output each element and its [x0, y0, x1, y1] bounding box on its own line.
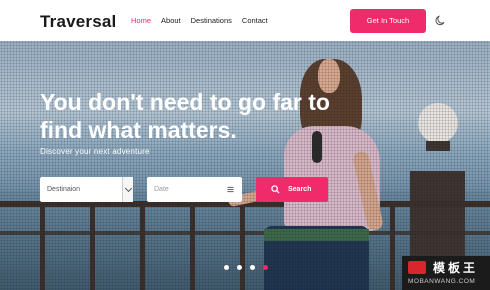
- watermark-url: MOBANWANG.COM: [408, 278, 476, 285]
- hero-headline: You don't need to go far to find what ma…: [40, 89, 330, 143]
- carousel-dot-3[interactable]: [250, 265, 255, 270]
- hero-subtitle: Discover your next adventure: [40, 147, 150, 156]
- watermark-logo: 模板王 MOBANWANG.COM: [402, 256, 490, 290]
- hero-section: You don't need to go far to find what ma…: [0, 41, 490, 290]
- moon-icon[interactable]: [435, 15, 446, 26]
- carousel-dot-4-active[interactable]: [263, 265, 268, 270]
- main-nav: Home About Destinations Contact: [131, 16, 278, 25]
- site-logo[interactable]: Traversal: [40, 12, 116, 32]
- nav-contact[interactable]: Contact: [242, 16, 268, 25]
- get-in-touch-button[interactable]: Get In Touch: [350, 9, 426, 33]
- carousel-dot-2[interactable]: [237, 265, 242, 270]
- carousel-pagination: [224, 265, 268, 270]
- nav-destinations[interactable]: Destinations: [191, 16, 232, 25]
- search-button-label: Search: [288, 186, 312, 193]
- date-placeholder: Date: [154, 186, 169, 193]
- destination-select[interactable]: Destinaion: [40, 177, 133, 202]
- nav-about[interactable]: About: [161, 16, 181, 25]
- nav-home[interactable]: Home: [131, 16, 151, 25]
- watermark-mark-icon: [408, 261, 426, 274]
- calendar-icon: [227, 186, 234, 193]
- chevron-down-icon[interactable]: [122, 177, 133, 202]
- date-field[interactable]: Date: [147, 177, 242, 202]
- search-button[interactable]: Search: [256, 177, 328, 202]
- dot-overlay: [0, 41, 490, 290]
- carousel-dot-1[interactable]: [224, 265, 229, 270]
- watermark-chinese: 模板王: [433, 261, 479, 275]
- destination-value: Destinaion: [47, 186, 81, 193]
- search-icon: [271, 185, 280, 194]
- site-header: Traversal Home About Destinations Contac…: [0, 0, 490, 41]
